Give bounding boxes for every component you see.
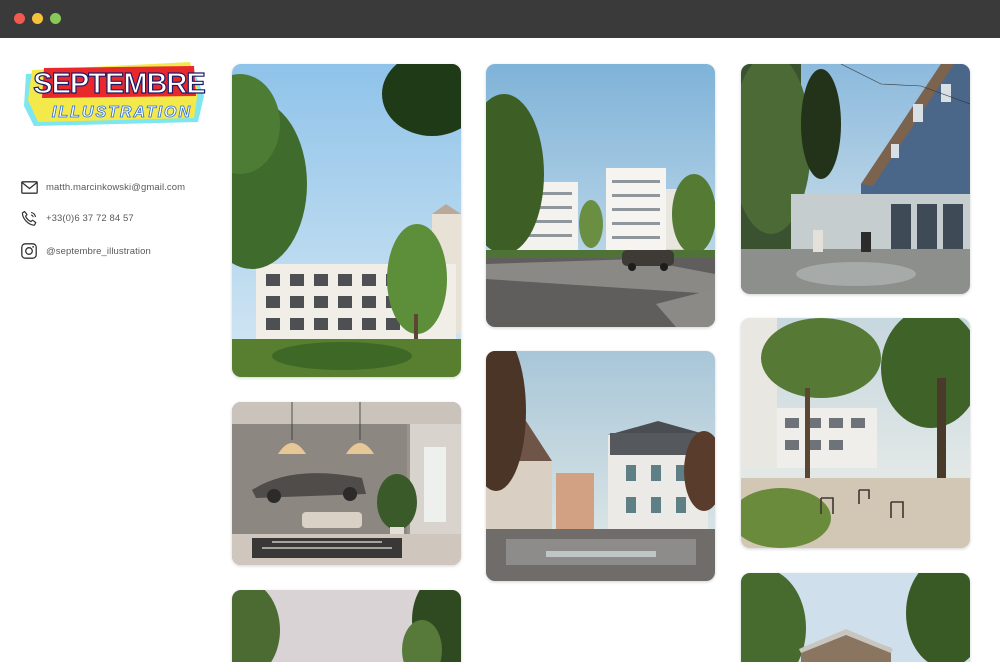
close-window-button[interactable]: [14, 13, 25, 24]
gallery-tile-garden-courtyard[interactable]: [741, 318, 970, 548]
minimize-window-button[interactable]: [32, 13, 43, 24]
gallery-tile-residential-courtyard[interactable]: [232, 64, 461, 377]
phone-number[interactable]: +33(0)6 37 72 84 57: [46, 213, 134, 224]
gallery-tile-wet-plaza[interactable]: [486, 351, 715, 581]
septembre-illustration-logo[interactable]: SEPTEMBRE ILLUSTRATION: [22, 60, 207, 130]
render-image: [741, 573, 970, 662]
gallery-tile-wooden-house[interactable]: [741, 573, 970, 662]
instagram-icon: [20, 242, 38, 260]
gallery-tile-living-room[interactable]: [232, 402, 461, 565]
gallery-tile-blue-building[interactable]: [741, 64, 970, 294]
render-image: [741, 64, 970, 294]
mail-icon: [20, 178, 38, 196]
render-image: [486, 64, 715, 327]
render-image: [232, 590, 461, 662]
logo-word-illustration: ILLUSTRATION: [52, 104, 192, 121]
gallery-tile-apartment-street[interactable]: [486, 64, 715, 327]
contact-email[interactable]: matth.marcinkowski@gmail.com: [20, 178, 185, 196]
browser-titlebar: [0, 0, 1000, 38]
logo-word-septembre: SEPTEMBRE: [33, 68, 205, 100]
maximize-window-button[interactable]: [50, 13, 61, 24]
contact-phone[interactable]: +33(0)6 37 72 84 57: [20, 209, 134, 227]
render-image: [741, 318, 970, 548]
render-image: [232, 402, 461, 565]
phone-icon: [20, 209, 38, 227]
render-image: [486, 351, 715, 581]
render-image: [232, 64, 461, 377]
instagram-handle[interactable]: @septembre_illustration: [46, 246, 151, 257]
contact-instagram[interactable]: @septembre_illustration: [20, 242, 151, 260]
email-address[interactable]: matth.marcinkowski@gmail.com: [46, 182, 185, 193]
gallery-tile-tree-path[interactable]: [232, 590, 461, 662]
